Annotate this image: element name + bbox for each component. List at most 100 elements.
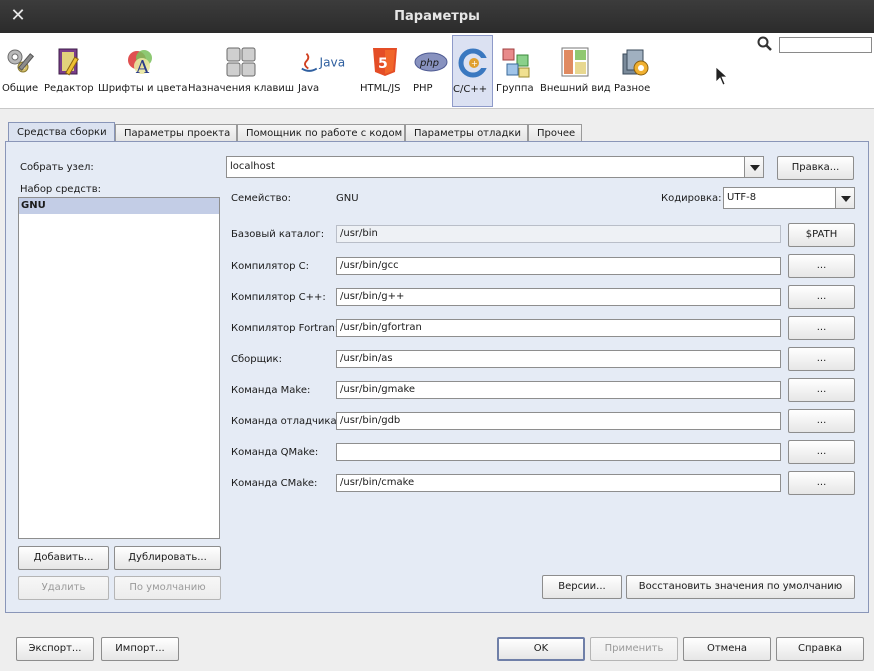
- category-misc[interactable]: Разное: [614, 35, 656, 107]
- debugger-command-browse-button[interactable]: ...: [788, 409, 855, 433]
- import-button[interactable]: Импорт...: [101, 637, 179, 661]
- category-keymap[interactable]: Назначения клавиш: [188, 35, 294, 107]
- versions-button[interactable]: Версии...: [542, 575, 622, 599]
- category-editor[interactable]: Редактор: [44, 35, 94, 107]
- category-html-js[interactable]: 5 HTML/JS: [360, 35, 410, 107]
- fortran-compiler-browse-button[interactable]: ...: [788, 316, 855, 340]
- category-php[interactable]: php PHP: [413, 35, 449, 107]
- php-icon: php: [414, 52, 448, 72]
- c-compiler-browse-button[interactable]: ...: [788, 254, 855, 278]
- encoding-label: Кодировка:: [661, 193, 722, 204]
- category-general[interactable]: Общие: [2, 35, 40, 107]
- list-item[interactable]: GNU: [19, 198, 219, 214]
- path-button[interactable]: $PATH: [788, 223, 855, 247]
- misc-icon: [622, 49, 649, 76]
- family-label: Семейство:: [231, 193, 292, 204]
- svg-text:A: A: [135, 57, 150, 78]
- toolset-list[interactable]: GNU: [18, 197, 220, 539]
- set-default-toolset-button[interactable]: По умолчанию: [114, 576, 221, 600]
- title-bar: ✕ Параметры: [0, 0, 874, 33]
- cmake-command-browse-button[interactable]: ...: [788, 471, 855, 495]
- assembler-browse-button[interactable]: ...: [788, 347, 855, 371]
- apply-button[interactable]: Применить: [590, 637, 678, 661]
- tab-project-options[interactable]: Параметры проекта: [115, 124, 237, 142]
- assembler-label: Сборщик:: [231, 354, 282, 365]
- svg-text:5: 5: [378, 56, 388, 72]
- chevron-down-icon[interactable]: [744, 157, 763, 177]
- search-input[interactable]: [779, 37, 872, 53]
- category-java[interactable]: Java Java: [298, 35, 356, 107]
- assembler-field[interactable]: /usr/bin/as: [336, 350, 781, 368]
- make-command-label: Команда Make:: [231, 385, 311, 396]
- category-label: PHP: [413, 83, 433, 94]
- build-host-value: localhost: [230, 161, 275, 172]
- export-button[interactable]: Экспорт...: [16, 637, 94, 661]
- fortran-compiler-label: Компилятор Fortran:: [231, 323, 339, 334]
- mouse-cursor-icon: [715, 66, 729, 86]
- remove-toolset-button[interactable]: Удалить: [18, 576, 109, 600]
- category-label: HTML/JS: [360, 83, 401, 94]
- restore-defaults-button[interactable]: Восстановить значения по умолчанию: [626, 575, 855, 599]
- ok-button[interactable]: OK: [497, 637, 585, 661]
- cpp-compiler-label: Компилятор C++:: [231, 292, 326, 303]
- wrench-gears-icon: [7, 49, 35, 73]
- keyboard-icon: [226, 47, 256, 77]
- edit-host-button[interactable]: Правка...: [777, 156, 854, 180]
- debugger-command-label: Команда отладчика:: [231, 416, 340, 427]
- c-compiler-label: Компилятор C:: [231, 261, 310, 272]
- encoding-select[interactable]: UTF-8: [723, 187, 855, 209]
- category-team[interactable]: Группа: [496, 35, 536, 107]
- category-fonts-colors[interactable]: A Шрифты и цвета: [98, 35, 188, 107]
- cancel-button[interactable]: Отмена: [683, 637, 771, 661]
- category-label: Разное: [614, 83, 651, 94]
- toolset-label: Набор средств:: [20, 184, 101, 195]
- encoding-value: UTF-8: [727, 192, 757, 203]
- c-compiler-field[interactable]: /usr/bin/gcc: [336, 257, 781, 275]
- cpp-compiler-browse-button[interactable]: ...: [788, 285, 855, 309]
- svg-text:+: +: [471, 59, 478, 68]
- category-label: Внешний вид: [540, 83, 611, 94]
- debugger-command-field[interactable]: /usr/bin/gdb: [336, 412, 781, 430]
- base-dir-label: Базовый каталог:: [231, 229, 325, 240]
- make-command-browse-button[interactable]: ...: [788, 378, 855, 402]
- qmake-command-field[interactable]: [336, 443, 781, 461]
- svg-text:php: php: [419, 58, 439, 69]
- category-cpp[interactable]: + C/C++: [452, 35, 493, 107]
- tab-build-tools[interactable]: Средства сборки: [8, 122, 115, 143]
- build-host-label: Собрать узел:: [20, 162, 94, 173]
- base-dir-field[interactable]: /usr/bin: [336, 225, 781, 243]
- font-palette-icon: A: [128, 50, 152, 78]
- add-toolset-button[interactable]: Добавить...: [18, 546, 109, 570]
- layout-icon: [561, 47, 589, 77]
- fortran-compiler-field[interactable]: /usr/bin/gfortran: [336, 319, 781, 337]
- make-command-field[interactable]: /usr/bin/gmake: [336, 381, 781, 399]
- category-label: Java: [298, 83, 320, 94]
- category-toolbar: Общие Редактор A Шрифты и цвета Назначен…: [0, 33, 874, 109]
- svg-text:Java: Java: [319, 56, 346, 70]
- qmake-command-label: Команда QMake:: [231, 447, 319, 458]
- tab-other[interactable]: Прочее: [528, 124, 582, 142]
- html5-icon: 5: [373, 48, 397, 76]
- search-icon: [757, 36, 772, 51]
- category-label: Назначения клавиш: [188, 83, 295, 94]
- chevron-down-icon[interactable]: [835, 188, 854, 208]
- cmake-command-field[interactable]: /usr/bin/cmake: [336, 474, 781, 492]
- build-host-select[interactable]: localhost: [226, 156, 764, 178]
- editor-book-icon: [58, 48, 79, 76]
- category-label: Общие: [2, 83, 39, 94]
- tab-code-assistance[interactable]: Помощник по работе с кодом: [237, 124, 405, 142]
- category-label: C/C++: [453, 84, 488, 95]
- window-title: Параметры: [394, 9, 480, 24]
- cubes-icon: [502, 48, 530, 78]
- help-button[interactable]: Справка: [776, 637, 864, 661]
- tab-debug-options[interactable]: Параметры отладки: [405, 124, 528, 142]
- java-icon: Java: [301, 52, 346, 72]
- cpp-icon: +: [458, 48, 490, 78]
- category-label: Группа: [496, 83, 534, 94]
- category-label: Шрифты и цвета: [98, 83, 188, 94]
- cpp-compiler-field[interactable]: /usr/bin/g++: [336, 288, 781, 306]
- family-value: GNU: [336, 193, 359, 204]
- category-appearance[interactable]: Внешний вид: [540, 35, 611, 107]
- duplicate-toolset-button[interactable]: Дублировать...: [114, 546, 221, 570]
- qmake-command-browse-button[interactable]: ...: [788, 440, 855, 464]
